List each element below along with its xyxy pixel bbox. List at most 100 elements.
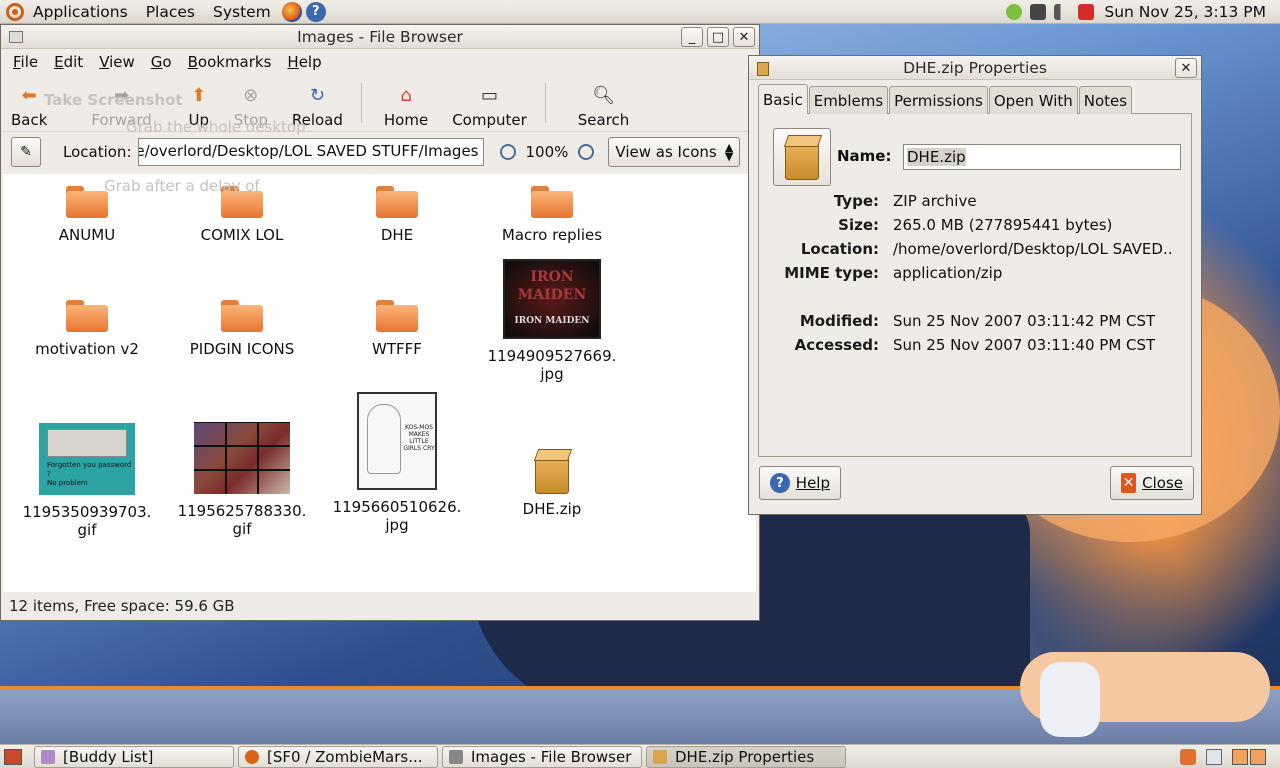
power-icon[interactable] [1078,3,1095,20]
file-item[interactable]: DHE.zip [477,456,627,518]
reload-button[interactable]: ↻ Reload [280,77,355,129]
file-item[interactable]: DHE [322,186,472,244]
dialog-close-icon[interactable]: ✕ [1175,58,1197,78]
toolbar-separator [544,83,546,123]
file-item[interactable]: motivation v2 [12,300,162,358]
workspace-switcher[interactable] [1232,748,1266,765]
name-label: Name: [837,147,892,165]
toggle-location-entry-button[interactable]: ✎ [11,136,41,167]
network-icon[interactable] [1030,3,1047,20]
tab-emblems[interactable]: Emblems [808,86,889,114]
dialog-menu-icon[interactable] [757,62,769,76]
file-item[interactable]: Macro replies [477,186,627,244]
clock[interactable]: Sun Nov 25, 3:13 PM [1104,3,1266,21]
stop-button[interactable]: ⊗ Stop [222,77,280,129]
help-launcher-icon[interactable]: ? [305,1,326,22]
tab-permissions[interactable]: Permissions [889,86,988,114]
tab-notes[interactable]: Notes [1078,86,1133,114]
folder-icon [221,186,263,218]
pidgin-icon [41,749,55,764]
file-item[interactable]: ANUMU [12,186,162,244]
menu-places[interactable]: Places [137,3,204,21]
toolbar-separator [360,83,362,123]
taskbar-item-buddy-list[interactable]: [Buddy List] [34,745,234,768]
field-size: Size: 265.0 MB (277895441 bytes) [838,216,1113,234]
folder-icon [66,300,108,332]
file-browser-titlebar[interactable]: Images - File Browser _ □ ✕ [1,25,759,49]
folder-icon [376,186,418,218]
file-item[interactable]: WTFFF [322,300,472,358]
menu-applications[interactable]: Applications [24,3,137,21]
minimize-button[interactable]: _ [681,27,703,47]
menu-bar: File Edit View Go Bookmarks Help [1,49,759,75]
stop-icon: ⊗ [243,85,259,106]
ubuntu-logo-icon[interactable] [6,2,24,21]
firefox-icon [245,749,259,764]
properties-tabs: Basic Emblems Permissions Open With Note… [758,84,1201,114]
field-accessed: Accessed: Sun 25 Nov 2007 03:11:40 PM CST [794,336,1156,354]
taskbar-item-properties[interactable]: DHE.zip Properties [646,745,846,768]
close-button[interactable]: ✕ [733,27,755,47]
workspace-1[interactable] [1232,748,1248,765]
back-button[interactable]: ⬅ Back [5,77,57,129]
workspace-2[interactable] [1250,748,1266,765]
computer-button[interactable]: ▭ Computer [440,77,539,129]
icon-view[interactable]: ANUMU COMIX LOL DHE Macro replies motiva… [3,174,756,592]
menu-view[interactable]: View [91,53,143,71]
password-thumbnail: Forgotten you password ? No problem [39,423,135,495]
view-mode-select[interactable]: View as Icons ▲ ▼ [608,136,741,167]
zip-icon [653,749,667,764]
main-toolbar: ⬅ Back ➡ Forward ⬆ Up ⊗ Stop ↻ Reload ⌂ Home ▭… [1,75,759,131]
status-bar: 12 items, Free space: 59.6 GB [3,594,756,618]
name-input[interactable]: DHE.zip [903,144,1181,170]
back-arrow-icon: ⬅ [21,85,37,106]
field-mime-type: MIME type: application/zip [784,264,1003,282]
folder-icon [66,186,108,218]
file-icon-button[interactable] [773,128,831,186]
forward-button[interactable]: ➡ Forward [57,77,157,129]
search-button[interactable]: 🔍︎ Search [552,77,642,129]
up-button[interactable]: ⬆ Up [158,77,222,129]
properties-dialog: DHE.zip Properties ✕ Basic Emblems Permi… [748,55,1202,515]
file-item[interactable]: IRON MAIDEN IRON MAIDEN 1194909527669. j… [477,259,627,383]
computer-icon: ▭ [480,85,498,106]
trash-icon[interactable] [1206,748,1222,765]
zoom-out-icon[interactable] [499,143,516,160]
tab-open-with[interactable]: Open With [988,86,1078,114]
firefox-launcher-icon[interactable] [281,1,302,22]
forward-arrow-icon: ➡ [114,85,130,106]
location-bar: ✎ Location: /home/overlord/Desktop/LOL S… [1,131,759,171]
file-item[interactable]: Forgotten you password ? No problem 1195… [12,422,162,539]
menu-go[interactable]: Go [143,53,180,71]
file-item[interactable]: COMIX LOL [167,186,317,244]
help-button[interactable]: ? Help [759,466,841,500]
show-desktop-icon[interactable] [4,748,22,765]
properties-titlebar[interactable]: DHE.zip Properties ✕ [749,56,1201,80]
field-location: Location:/home/overlord/Desktop/LOL SAVE… [800,240,1171,258]
volume-icon[interactable] [1054,3,1071,20]
location-input[interactable]: /home/overlord/Desktop/LOL SAVED STUFF/I… [137,137,484,166]
menu-edit[interactable]: Edit [46,53,91,71]
tab-basic[interactable]: Basic [758,84,808,114]
file-item[interactable]: PIDGIN ICONS [167,300,317,358]
home-button[interactable]: ⌂ Home [368,77,440,129]
bottom-panel: [Buddy List] [SF0 / ZombieMars... Images… [0,744,1280,768]
menu-help[interactable]: Help [279,53,329,71]
zoom-in-icon[interactable] [578,143,595,160]
menu-file[interactable]: File [5,53,46,71]
menu-system[interactable]: System [204,3,280,21]
window-menu-icon[interactable] [9,31,23,43]
file-item[interactable]: 1195625788330. gif [167,422,317,538]
menu-bookmarks[interactable]: Bookmarks [180,53,280,71]
pidgin-status-icon[interactable] [1006,3,1023,20]
window-title: Images - File Browser [297,27,463,46]
reload-icon: ↻ [309,85,325,106]
folder-icon [376,300,418,332]
close-button[interactable]: ✕ Close [1110,466,1194,500]
file-item[interactable]: KOS-MOS MAKES LITTLE GIRLS CRY 119566051… [322,392,472,534]
maximize-button[interactable]: □ [707,27,729,47]
combo-arrows-icon: ▲ ▼ [724,140,734,163]
taskbar-item-firefox[interactable]: [SF0 / ZombieMars... [238,745,438,768]
notification-icon[interactable] [1180,748,1196,765]
taskbar-item-file-browser[interactable]: Images - File Browser [442,745,642,768]
